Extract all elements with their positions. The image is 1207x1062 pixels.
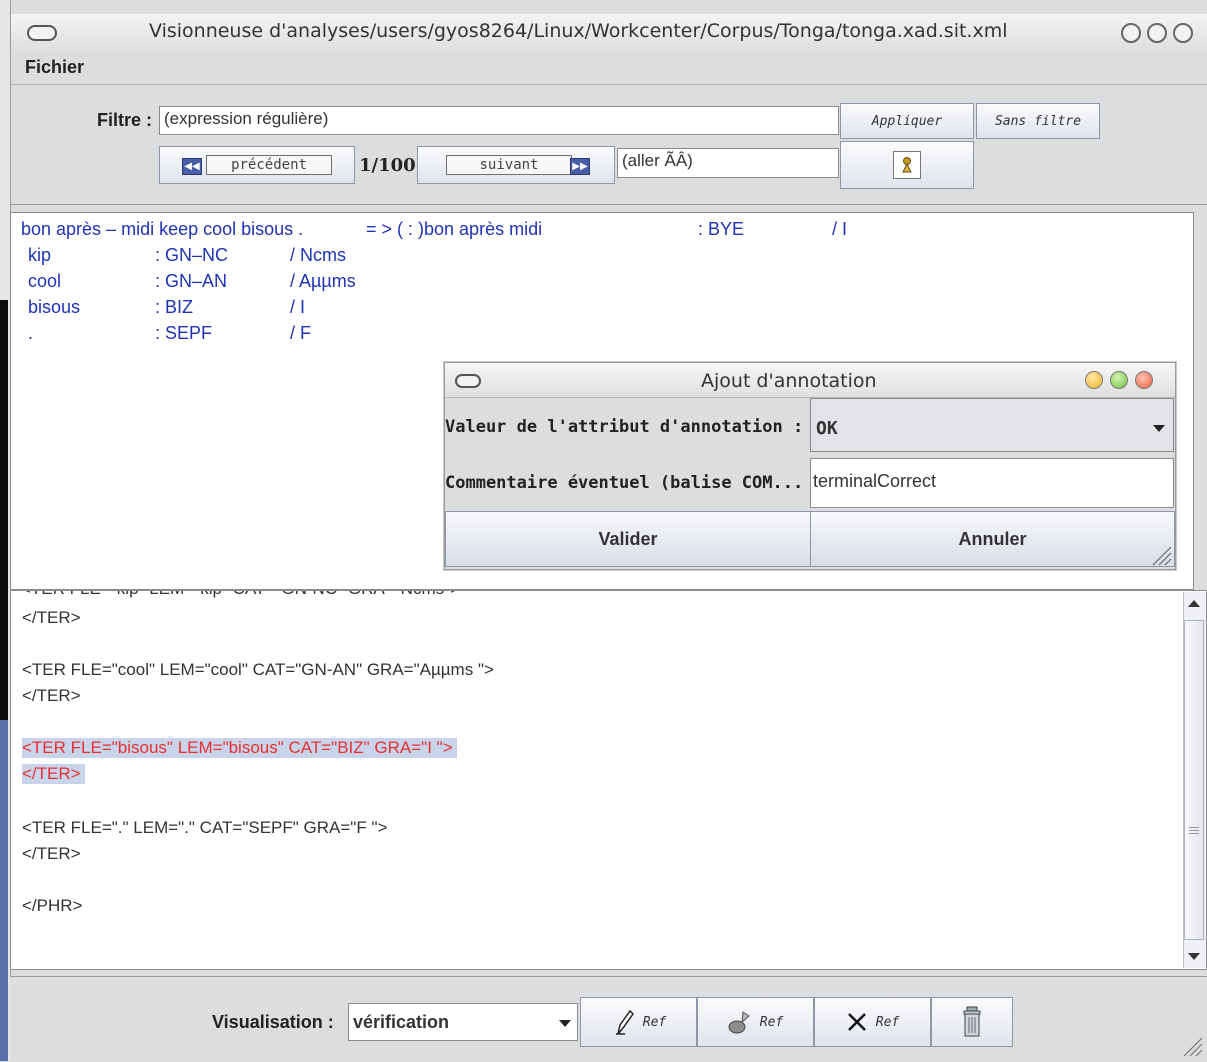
analysis-arrow: = > ( : )bon après midi (366, 219, 543, 239)
xml-line-cut: <TER FLE="kip" LEM="kip" CAT="GN-NC" GRA… (21, 591, 460, 599)
next-button[interactable]: suivant ▶▶ (417, 146, 615, 184)
window-menu-icon[interactable] (27, 25, 57, 41)
brush-icon (728, 1011, 750, 1034)
desktop-background (0, 300, 8, 720)
comment-label: Commentaire éventuel (balise COM... (445, 473, 804, 493)
cancel-button[interactable]: Annuler (810, 511, 1175, 567)
desktop-background (0, 720, 8, 1061)
record-counter: 1/100 (359, 155, 416, 176)
trash-icon (963, 1006, 981, 1037)
last-icon: ▶▶ (570, 158, 590, 175)
analysis-gra: / Ncms (290, 245, 346, 265)
analysis-cat: : SEPF (155, 323, 213, 343)
attribute-label: Valeur de l'attribut d'annotation : (445, 417, 804, 437)
xml-pane[interactable]: <TER FLE="kip" LEM="kip" CAT="GN-NC" GRA… (10, 590, 1207, 970)
minimize-icon[interactable] (1085, 371, 1103, 389)
maximize-icon[interactable] (1110, 371, 1128, 389)
previous-button[interactable]: ◀◀ précédent (159, 146, 355, 184)
analysis-header-gra: / I (832, 219, 848, 239)
brush-ref-label: Ref (759, 1014, 784, 1030)
xml-line: <TER FLE="." LEM="." CAT="SEPF" GRA="F "… (22, 818, 388, 837)
visualisation-select[interactable]: vérification (348, 1003, 578, 1041)
dropdown-arrow-icon[interactable] (552, 1004, 578, 1040)
analysis-word: . (28, 323, 34, 343)
menu-bar (11, 52, 1207, 85)
resize-grip-icon[interactable] (1180, 1034, 1204, 1058)
delete-ref-label: Ref (875, 1014, 900, 1030)
no-filter-button[interactable]: Sans filtre (976, 103, 1100, 139)
pencil-icon (615, 1009, 634, 1035)
xml-line: </TER> (22, 686, 81, 705)
delete-ref-button[interactable]: Ref (814, 997, 931, 1047)
analysis-header-cat: : BYE (698, 219, 745, 239)
analysis-gra: / Aµµms (290, 271, 356, 291)
maximize-icon[interactable] (1147, 23, 1167, 43)
annotation-dialog: Ajout d'annotation Valeur de l'attribut … (444, 362, 1176, 570)
scroll-up-icon (1188, 600, 1200, 607)
xml-line-selected[interactable]: </TER> (22, 764, 85, 784)
search-button[interactable] (840, 141, 974, 189)
pencil-ref-label: Ref (642, 1014, 667, 1030)
scroll-down-icon (1188, 953, 1200, 960)
visualisation-label: Visualisation : (212, 1012, 334, 1032)
brush-ref-button[interactable]: Ref (697, 997, 814, 1047)
xml-line-selected[interactable]: <TER FLE="bisous" LEM="bisous" CAT="BIZ"… (22, 738, 457, 758)
close-icon[interactable] (1135, 371, 1153, 389)
next-label: suivant (446, 155, 572, 175)
attribute-select[interactable]: OK (810, 398, 1174, 452)
validate-button[interactable]: Valider (445, 511, 811, 567)
dialog-menu-icon[interactable] (455, 374, 481, 388)
minimize-icon[interactable] (1121, 23, 1141, 43)
analysis-word: bisous (28, 297, 81, 317)
comment-input[interactable]: terminalCorrect (810, 458, 1174, 508)
filter-label: Filtre : (97, 110, 153, 130)
first-icon: ◀◀ (182, 158, 202, 175)
previous-label: précédent (206, 155, 332, 175)
apply-button[interactable]: Appliquer (840, 103, 974, 139)
trash-button[interactable] (931, 997, 1013, 1047)
xml-line: </PHR> (22, 896, 83, 915)
dropdown-arrow-icon[interactable] (1147, 415, 1171, 439)
analysis-sentence: bon après – midi keep cool bisous . (21, 219, 304, 239)
analysis-cat: : BIZ (155, 297, 194, 317)
resize-grip-icon[interactable] (1149, 543, 1173, 567)
search-icon (893, 151, 921, 179)
analysis-gra: / I (290, 297, 306, 317)
pencil-ref-button[interactable]: Ref (580, 997, 697, 1047)
xml-line: </TER> (22, 844, 81, 863)
analysis-word: kip (28, 245, 52, 265)
menu-file[interactable]: Fichier (25, 57, 84, 78)
delete-x-icon (847, 1013, 866, 1031)
close-icon[interactable] (1173, 23, 1193, 43)
goto-input[interactable]: (aller ÃÂ) (617, 148, 839, 178)
xml-line: </TER> (22, 608, 81, 627)
scrollbar-thumb[interactable] (1184, 620, 1204, 940)
analysis-cat: : GN–AN (155, 271, 228, 291)
xml-line: <TER FLE="cool" LEM="cool" CAT="GN-AN" G… (22, 660, 494, 679)
analysis-cat: : GN–NC (155, 245, 229, 265)
analysis-word: cool (28, 271, 62, 291)
analysis-gra: / F (290, 323, 311, 343)
window-title: Visionneuse d'analyses/users/gyos8264/Li… (149, 20, 1008, 42)
filter-input[interactable]: (expression régulière) (159, 106, 839, 135)
dialog-title: Ajout d'annotation (701, 370, 877, 392)
